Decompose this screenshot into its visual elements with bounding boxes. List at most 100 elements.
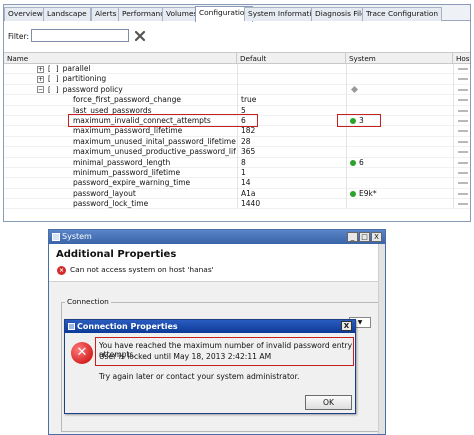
- tab-bar: Overview Landscape Alerts Performance Vo…: [4, 5, 470, 22]
- ok-button[interactable]: OK: [305, 395, 352, 410]
- host-value-icon: [458, 140, 468, 143]
- tab-landscape[interactable]: Landscape: [43, 7, 91, 21]
- clear-filter-icon[interactable]: [134, 30, 146, 42]
- highlight-system-box: [337, 114, 381, 127]
- row-name: password_layout: [73, 188, 136, 198]
- column-header-host[interactable]: Host: [453, 53, 470, 64]
- folder-bracket-icon: [ ]: [47, 75, 60, 84]
- table-row[interactable]: +[ ] partitioning: [4, 74, 470, 85]
- expand-icon[interactable]: +: [37, 75, 44, 83]
- host-value-icon: [458, 171, 468, 174]
- system-dialog-title: System: [62, 232, 92, 241]
- row-system: [346, 178, 452, 189]
- row-default: [237, 84, 345, 96]
- row-host: [453, 199, 470, 210]
- host-value-icon: [458, 182, 468, 185]
- row-host: [453, 64, 470, 75]
- row-system: [346, 74, 452, 85]
- table-row[interactable]: maximum_unused_inital_password_lifetime …: [4, 136, 470, 148]
- column-header-system[interactable]: System: [346, 53, 453, 64]
- row-name: parallel: [62, 64, 91, 73]
- system-dialog-scrollbar[interactable]: [378, 244, 385, 434]
- row-name: minimal_password_length: [73, 157, 171, 167]
- column-header-name[interactable]: Name: [4, 53, 237, 64]
- connection-properties-title: Connection Properties: [77, 322, 178, 331]
- row-default: 8: [237, 157, 345, 168]
- highlight-name-box: [68, 114, 258, 127]
- minimize-button[interactable]: _: [347, 232, 358, 242]
- row-system: [346, 126, 452, 137]
- row-host: [453, 157, 470, 168]
- tab-alerts[interactable]: Alerts: [91, 7, 121, 21]
- column-header-default[interactable]: Default: [237, 53, 346, 64]
- system-dialog-title-bar[interactable]: System _ □ X: [49, 230, 385, 244]
- table-row[interactable]: maximum_unused_productive_password_lifet…: [4, 147, 470, 158]
- row-system: [346, 95, 452, 106]
- row-system: [346, 199, 452, 210]
- tab-overview[interactable]: Overview: [4, 7, 47, 21]
- status-green-icon: [350, 190, 356, 197]
- error-icon: ×: [57, 266, 66, 275]
- error-icon: ✕: [71, 342, 93, 364]
- row-system: 6: [346, 157, 452, 168]
- row-system: [346, 167, 452, 179]
- maximize-button[interactable]: □: [359, 232, 370, 242]
- row-default: true: [237, 95, 345, 106]
- table-row[interactable]: minimum_password_lifetime 1: [4, 167, 470, 179]
- row-host: [453, 105, 470, 116]
- locked-until-message: User is locked until May 18, 2013 2:42:1…: [99, 352, 272, 361]
- row-host: [453, 147, 470, 158]
- row-name: password policy: [62, 84, 123, 94]
- filter-input[interactable]: [31, 29, 129, 42]
- host-value-icon: [458, 130, 468, 133]
- row-host: [453, 126, 470, 137]
- host-value-icon: [458, 192, 468, 195]
- collapse-icon[interactable]: −: [37, 86, 44, 94]
- table-row[interactable]: password_expire_warning_time 14: [4, 178, 470, 189]
- host-value-icon: [458, 78, 468, 81]
- host-value-icon: [458, 151, 468, 154]
- row-system: E9k*: [346, 188, 452, 200]
- host-value-icon: [458, 99, 468, 102]
- app-icon: [52, 233, 60, 241]
- close-button[interactable]: X: [371, 232, 382, 242]
- row-default: 1: [237, 167, 345, 179]
- row-system: [346, 64, 452, 75]
- table-row[interactable]: +[ ] parallel: [4, 64, 470, 75]
- row-name: password_expire_warning_time: [73, 178, 191, 188]
- row-name: maximum_unused_productive_password_lifet…: [73, 147, 236, 157]
- row-name: minimum_password_lifetime: [73, 167, 181, 177]
- status-green-icon: [350, 159, 356, 166]
- row-system: [346, 136, 452, 148]
- host-value-icon: [458, 203, 468, 206]
- row-default: 14: [237, 178, 345, 189]
- table-row[interactable]: force_first_password_change true: [4, 95, 470, 106]
- connection-group-label: Connection: [65, 297, 111, 306]
- filter-row: Filter:: [4, 22, 470, 52]
- table-row[interactable]: password_layout A1a E9k*: [4, 188, 470, 200]
- host-value-icon: [458, 161, 468, 164]
- row-name: force_first_password_change: [73, 95, 181, 105]
- row-name: maximum_password_lifetime: [73, 126, 183, 136]
- close-button[interactable]: X: [341, 321, 352, 331]
- row-name: partitioning: [62, 74, 107, 84]
- row-host: [453, 84, 470, 96]
- row-host: [453, 95, 470, 106]
- row-name: maximum_unused_inital_password_lifetime: [73, 136, 236, 146]
- row-host: [453, 115, 470, 127]
- row-default: 182: [237, 126, 345, 137]
- row-host: [453, 188, 470, 200]
- system-dialog-header: Additional Properties × Can not access s…: [49, 244, 385, 282]
- table-row[interactable]: password_lock_time 1440: [4, 199, 470, 210]
- expand-icon[interactable]: +: [37, 65, 44, 73]
- row-name: password_lock_time: [73, 199, 149, 209]
- folder-bracket-icon: [ ]: [47, 65, 60, 73]
- table-row[interactable]: minimal_password_length 8 6: [4, 157, 470, 168]
- folder-bracket-icon: [ ]: [47, 85, 60, 94]
- connection-properties-title-bar[interactable]: Connection Properties X: [65, 320, 355, 333]
- table-row[interactable]: maximum_password_lifetime 182: [4, 126, 470, 137]
- row-default: 365: [237, 147, 345, 158]
- tab-trace-configuration[interactable]: Trace Configuration: [362, 7, 443, 21]
- row-default: [237, 74, 345, 85]
- table-row[interactable]: −[ ] password policy: [4, 84, 470, 96]
